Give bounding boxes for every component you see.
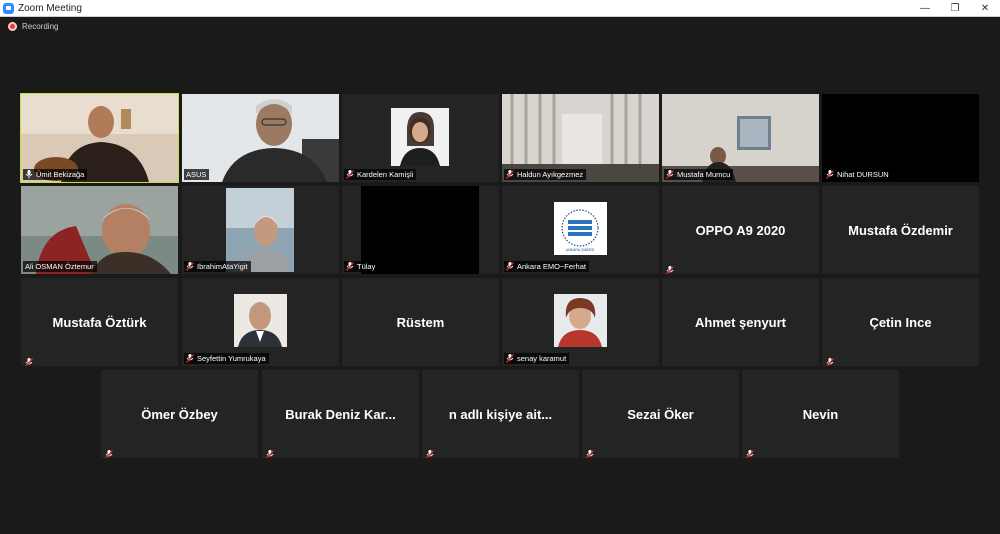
participant-tile-kardelen[interactable]: Kardelen Kamişli <box>342 94 499 182</box>
microphone-muted-icon <box>25 354 33 366</box>
participant-name: Haldun Ayıkgezmez <box>517 170 584 179</box>
microphone-muted-icon <box>506 170 514 179</box>
participant-tile-nihat[interactable]: Nihat DURSUN <box>822 94 979 182</box>
svg-text:ANKARA ŞUBESİ: ANKARA ŞUBESİ <box>566 247 595 252</box>
microphone-muted-icon <box>826 170 834 179</box>
participant-nametag: IbrahimAtaYigit <box>184 261 251 272</box>
participant-name: Ankara EMO~Ferhat <box>517 262 586 271</box>
participant-tile-omer[interactable]: Ömer Özbey <box>101 370 258 458</box>
participant-name: Mustafa Özdemir <box>848 222 953 238</box>
close-button[interactable]: ✕ <box>970 0 1000 16</box>
participant-name: Burak Deniz Kar... <box>285 406 396 422</box>
participant-name: ASUS <box>186 170 207 179</box>
microphone-muted-icon <box>186 262 194 271</box>
microphone-muted-icon <box>426 446 434 458</box>
microphone-muted-icon <box>506 354 514 363</box>
participant-tile-mustafa-ozturk[interactable]: Mustafa Öztürk <box>21 278 178 366</box>
minimize-button[interactable]: — <box>910 0 940 16</box>
participant-name: OPPO A9 2020 <box>695 222 786 238</box>
microphone-muted-icon <box>586 446 594 458</box>
participant-nametag: Nihat DURSUN <box>824 169 892 180</box>
participant-name: Mustafa Öztürk <box>52 314 147 330</box>
participant-name: Çetin Ince <box>869 314 932 330</box>
participant-name: n adlı kişiye ait... <box>448 406 553 422</box>
participant-nametag: senay karamut <box>504 353 570 364</box>
microphone-muted-icon <box>105 446 113 458</box>
microphone-muted-icon <box>746 446 754 458</box>
participant-tile-cetin[interactable]: Çetin Ince <box>822 278 979 366</box>
maximize-button[interactable]: ❐ <box>940 0 970 16</box>
window-title: Zoom Meeting <box>18 2 82 14</box>
participant-tile-tulay[interactable]: Tülay <box>342 186 499 274</box>
participant-tile-umit[interactable]: Ümit Bekizağa <box>20 93 179 183</box>
recording-dot-icon <box>8 22 17 31</box>
participant-tile-senay[interactable]: senay karamut <box>502 278 659 366</box>
participant-name: Ali OSMAN Öztemur <box>25 262 94 271</box>
microphone-muted-icon <box>266 446 274 458</box>
microphone-muted-icon <box>346 170 354 179</box>
participant-tile-n-adli[interactable]: n adlı kişiye ait... <box>422 370 579 458</box>
participant-tile-ankara-emo[interactable]: ANKARA ŞUBESİ Ankara EMO~Ferhat <box>502 186 659 274</box>
participant-tile-haldun[interactable]: Haldun Ayıkgezmez <box>502 94 659 182</box>
participant-name: Ümit Bekizağa <box>36 170 85 179</box>
participant-tile-nevin[interactable]: Nevin <box>742 370 899 458</box>
participant-tile-seyfettin[interactable]: Seyfettin Yumrukaya <box>182 278 339 366</box>
participant-tile-asus[interactable]: ASUS <box>182 94 339 182</box>
participant-name: IbrahimAtaYigit <box>197 262 248 271</box>
recording-indicator[interactable]: Recording <box>8 22 58 31</box>
microphone-on-icon <box>25 170 33 179</box>
participant-tile-oppo[interactable]: OPPO A9 2020 <box>662 186 819 274</box>
microphone-muted-icon <box>666 170 674 179</box>
participant-name: Nihat DURSUN <box>837 170 889 179</box>
microphone-muted-icon <box>506 262 514 271</box>
participant-name: Tülay <box>357 262 376 271</box>
participant-tile-sezai[interactable]: Sezai Öker <box>582 370 739 458</box>
participant-nametag: Haldun Ayıkgezmez <box>504 169 587 180</box>
participant-nametag: Seyfettin Yumrukaya <box>184 353 269 364</box>
participant-nametag: Ankara EMO~Ferhat <box>504 261 589 272</box>
participant-tile-ahmet[interactable]: Ahmet şenyurt <box>662 278 819 366</box>
participant-nametag: ASUS <box>184 169 210 180</box>
participant-name: Mustafa Mumcu <box>677 170 731 179</box>
participant-tile-mustafa-mumcu[interactable]: Mustafa Mumcu <box>662 94 819 182</box>
participant-tile-mustafa-ozdemir[interactable]: Mustafa Özdemir <box>822 186 979 274</box>
recording-label: Recording <box>22 22 59 31</box>
zoom-app-icon <box>3 2 14 14</box>
window-controls: — ❐ ✕ <box>910 0 1000 16</box>
participant-nametag: Ali OSMAN Öztemur <box>23 261 97 272</box>
participant-nametag: Tülay <box>344 261 379 272</box>
microphone-muted-icon <box>186 354 194 363</box>
participant-name: Sezai Öker <box>627 406 694 422</box>
participant-nametag: Ümit Bekizağa <box>23 169 88 180</box>
microphone-muted-icon <box>346 262 354 271</box>
participant-name: Rüstem <box>396 314 445 330</box>
participant-name: Kardelen Kamişli <box>357 170 414 179</box>
participant-name: Ahmet şenyurt <box>694 314 787 330</box>
microphone-muted-icon <box>666 262 674 274</box>
participant-tile-ibrahim[interactable]: IbrahimAtaYigit <box>182 186 339 274</box>
participant-name: senay karamut <box>517 354 567 363</box>
participant-tile-ali-osman[interactable]: Ali OSMAN Öztemur <box>21 186 178 274</box>
participant-tile-burak[interactable]: Burak Deniz Kar... <box>262 370 419 458</box>
window-titlebar: Zoom Meeting — ❐ ✕ <box>0 0 1000 17</box>
microphone-muted-icon <box>826 354 834 366</box>
participant-nametag: Mustafa Mumcu <box>664 169 734 180</box>
participant-name: Ömer Özbey <box>141 406 218 422</box>
participant-nametag: Kardelen Kamişli <box>344 169 417 180</box>
participant-name: Seyfettin Yumrukaya <box>197 354 266 363</box>
participant-tile-rustem[interactable]: Rüstem <box>342 278 499 366</box>
participant-name: Nevin <box>802 406 839 422</box>
